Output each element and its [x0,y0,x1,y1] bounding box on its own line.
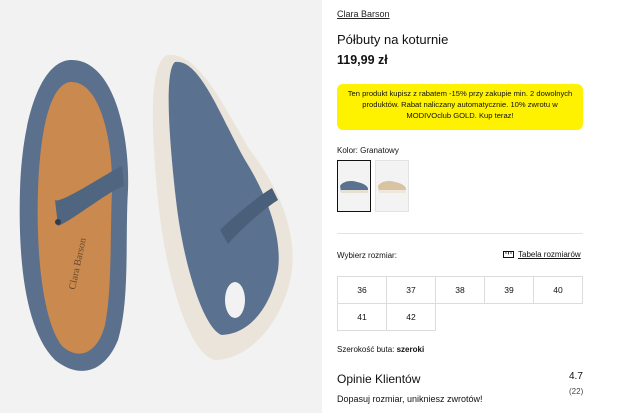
color-label: Kolor: [337,146,358,155]
size-chart-label: Tabela rozmiarów [518,250,581,259]
navy-shoe-thumbnail [340,181,368,193]
size-grid: 36 37 38 39 40 41 42 [337,276,583,331]
size-chart-link[interactable]: Tabela rozmiarów [503,250,581,259]
beige-shoe-thumbnail [378,181,406,193]
shoe-width-label: Szerokość buta: [337,345,395,354]
promo-banner[interactable]: Ten produkt kupisz z rabatem -15% przy z… [337,84,583,130]
ruler-icon [503,251,514,258]
product-gallery[interactable]: Clara Barson [0,0,322,413]
brand-link[interactable]: Clara Barson [337,9,390,19]
reviews-subtitle: Dopasuj rozmiar, unikniesz zwrotów! [337,394,483,404]
rating-count[interactable]: (22) [569,387,583,396]
color-value: Granatowy [360,146,399,155]
shoe-width-value: szeroki [396,345,425,354]
promo-text: Ten produkt kupisz z rabatem -15% przy z… [347,89,573,120]
size-option[interactable]: 40 [533,276,583,304]
color-label-row: Kolor: Granatowy [337,146,399,155]
product-price: 119,99 zł [337,53,388,67]
size-label: Wybierz rozmiar: [337,251,397,260]
product-photo: Clara Barson [0,0,322,413]
swatch-beige[interactable] [375,160,409,212]
shoe-width-row: Szerokość buta: szeroki [337,345,424,354]
size-option[interactable]: 41 [337,303,387,331]
product-title: Półbuty na koturnie [337,32,449,47]
color-swatches [337,160,409,212]
swatch-navy[interactable] [337,160,371,212]
reviews-heading: Opinie Klientów [337,372,421,386]
size-option[interactable]: 36 [337,276,387,304]
divider [337,233,583,234]
size-option[interactable]: 38 [435,276,485,304]
size-option[interactable]: 42 [386,303,436,331]
rating-value: 4.7 [569,371,583,382]
shoe-top-view: Clara Barson [19,59,129,371]
size-option[interactable]: 39 [484,276,534,304]
size-option[interactable]: 37 [386,276,436,304]
